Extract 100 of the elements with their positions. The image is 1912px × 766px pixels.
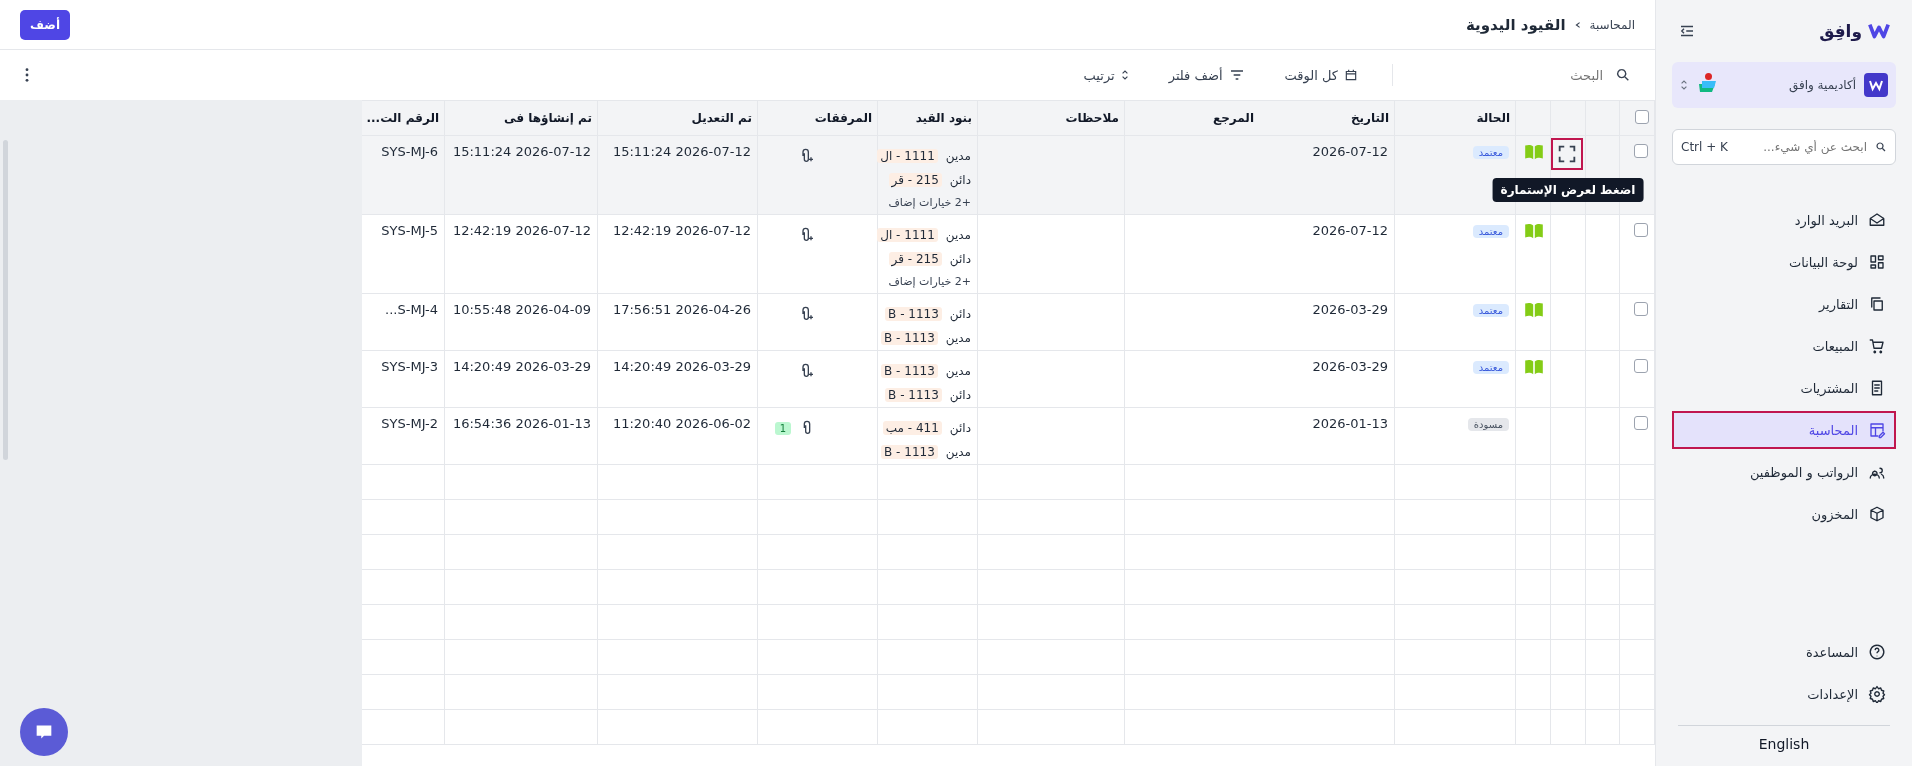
- account-chip: 1113 - B: [881, 364, 938, 378]
- column-header: تم التعديل: [691, 111, 752, 125]
- nav-item[interactable]: التقارير: [1672, 285, 1896, 323]
- table-cell: 14:20:49 2026-03-29: [612, 359, 751, 374]
- table-cell: ...S-MJ-4: [385, 302, 438, 317]
- envelope-icon: [1868, 211, 1886, 229]
- row-checkbox[interactable]: [1634, 144, 1648, 158]
- workspace-logo-icon: [1864, 73, 1888, 97]
- add-attachment-icon[interactable]: [799, 148, 815, 164]
- scrollbar[interactable]: [3, 140, 8, 460]
- book-icon: [1524, 359, 1544, 375]
- table-cell: 2026-03-29: [1312, 302, 1388, 317]
- table-cell: 12:42:19 2026-07-12: [612, 223, 751, 238]
- add-attachment-icon[interactable]: [799, 363, 815, 379]
- book-icon: [1524, 144, 1544, 160]
- chevron-up-down-icon: [1120, 68, 1129, 82]
- box-icon: [1868, 505, 1886, 523]
- more-lines-text: +2 خيارات إضاف: [887, 195, 971, 211]
- search-icon: [1875, 141, 1887, 153]
- breadcrumb-link[interactable]: المحاسبة: [1589, 17, 1635, 32]
- column-header: التاريخ: [1350, 111, 1389, 125]
- select-all-checkbox[interactable]: [1635, 109, 1649, 124]
- table-cell: 10:55:48 2026-04-09: [452, 302, 591, 317]
- column-header: المرجع: [1213, 111, 1254, 125]
- more-menu-icon[interactable]: [24, 67, 30, 83]
- nav-item[interactable]: الإعدادات: [1672, 675, 1896, 713]
- table-cell: 11:20:40 2026-06-02: [612, 416, 751, 431]
- status-badge: معتمد: [1472, 225, 1509, 238]
- row-checkbox[interactable]: [1634, 302, 1648, 316]
- entry-side: دائن: [949, 252, 971, 266]
- table-cell: 2026-07-12: [1312, 223, 1388, 238]
- entry-side: مدين: [945, 228, 971, 242]
- table-cell: 15:11:24 2026-07-12: [612, 144, 751, 159]
- chevron-icon: [1573, 20, 1582, 29]
- table-cell: 17:56:51 2026-04-26: [612, 302, 751, 317]
- chat-button[interactable]: [20, 708, 68, 756]
- language-link[interactable]: English: [1758, 736, 1810, 752]
- table-cell: 2026-01-13: [1312, 416, 1388, 431]
- status-badge: معتمد: [1472, 304, 1509, 317]
- shortcut-hint: Ctrl + K: [1681, 140, 1728, 154]
- row-checkbox[interactable]: [1634, 359, 1648, 373]
- entry-side: دائن: [949, 173, 971, 187]
- add-button[interactable]: أضف: [20, 9, 70, 40]
- tooltip: اضغط لعرض الإستمارة: [1492, 178, 1644, 202]
- table-cell: 15:11:24 2026-07-12: [452, 144, 591, 159]
- dashboard-icon: [1868, 253, 1886, 271]
- column-header: المرفقات: [814, 111, 872, 125]
- account-chip: 1113 - B: [881, 445, 938, 459]
- add-filter-button[interactable]: أضف فلتر: [1162, 66, 1251, 84]
- expand-icon[interactable]: [1551, 138, 1583, 170]
- nav-item[interactable]: المبيعات: [1672, 327, 1896, 365]
- cart-icon: [1868, 337, 1886, 355]
- nav-item[interactable]: الرواتب و الموظفين: [1672, 453, 1896, 491]
- account-chip: 1113 - B: [881, 331, 938, 345]
- add-attachment-icon[interactable]: [799, 227, 815, 243]
- nav-item[interactable]: البريد الوارد: [1672, 201, 1896, 239]
- brand-name: وافِق: [1819, 21, 1862, 41]
- status-badge: معتمد: [1472, 361, 1509, 374]
- time-filter-button[interactable]: كل الوقت: [1278, 66, 1364, 84]
- account-chip: 1111 - ال: [877, 149, 938, 163]
- column-header: بنود القيد: [915, 111, 972, 125]
- account-chip: 411 - مب: [882, 421, 942, 435]
- entry-side: مدين: [945, 445, 971, 459]
- table-cell: SYS-MJ-6: [381, 144, 438, 159]
- entry-side: دائن: [949, 388, 971, 402]
- table-edit-icon: [1868, 421, 1886, 439]
- column-header: تم إنشاؤها فى: [504, 111, 592, 125]
- status-badge: معتمد: [1472, 146, 1509, 159]
- entry-side: مدين: [945, 331, 971, 345]
- table-cell: SYS-MJ-5: [381, 223, 438, 238]
- account-chip: 1113 - B: [885, 388, 942, 402]
- table-cell: 12:42:19 2026-07-12: [452, 223, 591, 238]
- entry-side: مدين: [945, 364, 971, 378]
- row-checkbox[interactable]: [1634, 223, 1648, 237]
- settings-icon: [1868, 685, 1886, 703]
- filter-icon: [1228, 67, 1245, 83]
- book-icon: [1524, 223, 1544, 239]
- nav-item[interactable]: المحاسبة: [1672, 411, 1896, 449]
- row-checkbox[interactable]: [1634, 416, 1648, 430]
- workspace-switcher[interactable]: أكاديمية وافق: [1672, 62, 1896, 108]
- nav-item[interactable]: لوحة البيانات: [1672, 243, 1896, 281]
- entry-side: مدين: [945, 149, 971, 163]
- nav-item[interactable]: المشتريات: [1672, 369, 1896, 407]
- sort-button[interactable]: ترتيب: [1077, 66, 1135, 84]
- account-chip: 1113 - B: [885, 307, 942, 321]
- more-lines-text: +2 خيارات إضاف: [887, 274, 971, 290]
- copy-icon: [1868, 295, 1886, 313]
- nav-item[interactable]: المخزون: [1672, 495, 1896, 533]
- account-chip: 215 - قر: [888, 252, 942, 266]
- page-title: القيود اليدوية: [1465, 15, 1566, 34]
- nav-item[interactable]: المساعدة: [1672, 633, 1896, 671]
- table-cell: 14:20:49 2026-03-29: [452, 359, 591, 374]
- add-attachment-icon[interactable]: [799, 306, 815, 322]
- account-chip: 215 - قر: [888, 173, 942, 187]
- calendar-icon: [1344, 68, 1358, 82]
- account-chip: 1111 - ال: [877, 228, 938, 242]
- book-icon: [1524, 302, 1544, 318]
- table-cell: 2026-07-12: [1312, 144, 1388, 159]
- table-cell: 16:54:36 2026-01-13: [452, 416, 591, 431]
- table-cell: SYS-MJ-2: [381, 416, 438, 431]
